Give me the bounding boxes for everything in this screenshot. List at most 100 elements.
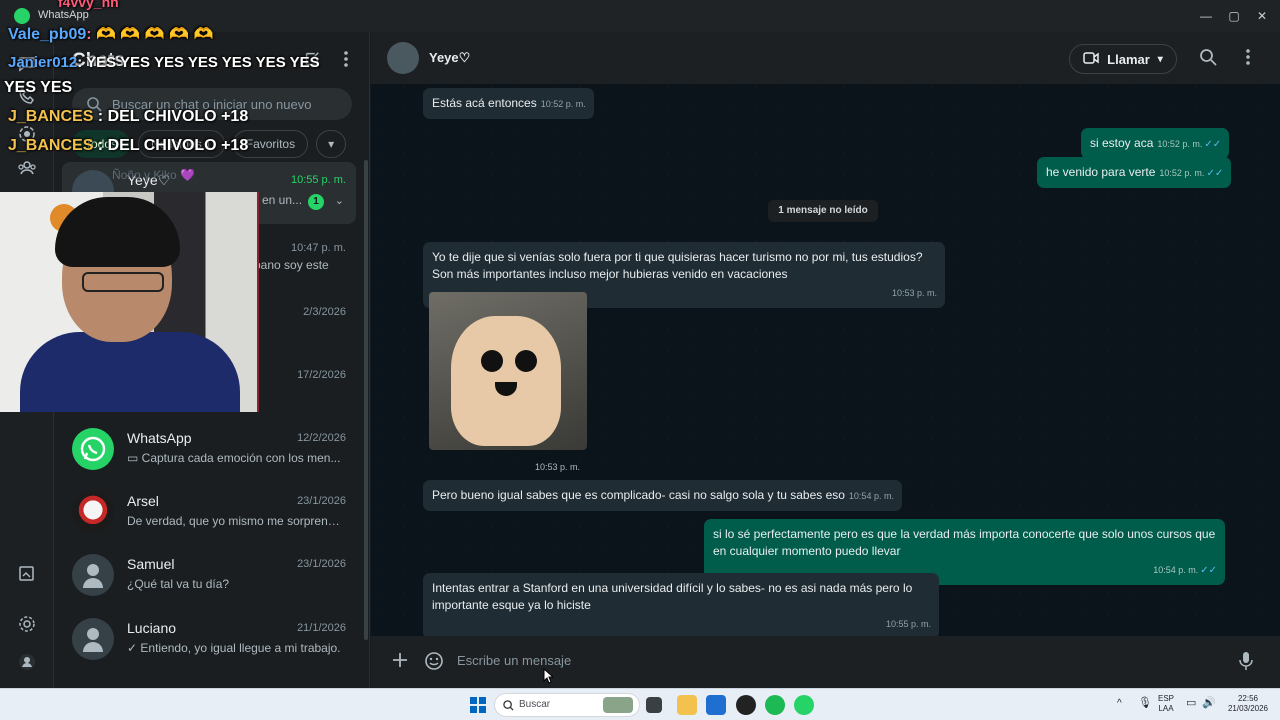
chat-item-luciano[interactable]: Luciano ✓ Entiendo, yo igual llegue a mi… — [54, 610, 364, 672]
stream-chat-overlay: f4vvy_nn Vale_pb09: 🫶 🫶 🫶 🫶 🫶 Janier012:… — [0, 0, 360, 182]
whatsapp-logo-icon — [72, 428, 114, 470]
sticker-eye — [481, 350, 503, 372]
sticker-creature — [451, 316, 561, 446]
network-icon[interactable]: ▭ — [1186, 698, 1196, 709]
search-icon — [503, 700, 514, 711]
overlay-line: J_BANCES : DEL CHIVOLO +18 — [8, 108, 249, 125]
profile-icon[interactable] — [15, 650, 39, 674]
overlay-line: YES YES — [4, 79, 73, 96]
mouse-cursor-icon — [543, 668, 553, 684]
microphone-icon[interactable] — [1239, 651, 1261, 673]
overlay-line: Vale_pb09: 🫶 🫶 🫶 🫶 🫶 — [8, 26, 214, 43]
attach-plus-icon[interactable] — [391, 651, 413, 673]
message-text: Pero bueno igual sabes que es complicado… — [432, 488, 845, 502]
video-icon: ▭ — [127, 451, 142, 465]
message-time: 10:55 p. m. — [885, 619, 931, 629]
streamer-hair — [55, 197, 180, 267]
contact-avatar[interactable] — [387, 42, 419, 74]
message-outgoing[interactable]: si estoy aca 10:52 p. m. ✓✓ — [1081, 128, 1230, 159]
chat-name: Luciano — [127, 620, 177, 636]
chat-time: 12/2/2026 — [297, 432, 346, 444]
taskbar-search[interactable]: Buscar — [494, 693, 640, 717]
overlay-line: Janier012: YES YES YES YES YES YES YES — [8, 54, 320, 71]
taskbar: Buscar ^ 🎙 ESP LAA ▭ 🔊 22:56 21/03/2026 — [0, 688, 1280, 720]
message-text: Yo te dije que si venías solo fuera por … — [432, 250, 923, 281]
chat-preview: De verdad, que yo mismo me sorprendo. — [127, 514, 342, 528]
task-view-icon[interactable] — [646, 697, 662, 713]
message-input[interactable]: Escribe un mensaje — [457, 653, 571, 668]
obs-icon[interactable] — [736, 695, 756, 715]
clock[interactable]: 22:56 21/03/2026 — [1224, 694, 1272, 714]
message-time: 10:52 p. m. — [1157, 139, 1203, 149]
volume-icon[interactable]: 🔊 — [1202, 698, 1216, 709]
video-call-icon — [1083, 51, 1099, 67]
chat-preview: ¿Qué tal va tu día? — [127, 577, 230, 591]
sticker-emoji-icon[interactable] — [424, 651, 446, 673]
message-incoming[interactable]: Estás acá entonces 10:52 p. m. — [423, 88, 594, 119]
chat-preview: en un... — [262, 193, 303, 207]
contact-name[interactable]: Yeye♡ — [429, 50, 470, 66]
message-text: si estoy aca — [1090, 136, 1154, 150]
message-incoming[interactable]: Intentas entrar a Stanford en una univer… — [423, 573, 939, 639]
chat-list-scrollbar[interactable] — [364, 160, 368, 640]
call-button[interactable]: Llamar ▾ — [1069, 44, 1177, 74]
avatar — [72, 554, 114, 596]
avatar — [72, 618, 114, 660]
chat-preview: ▭ Captura cada emoción con los men... — [127, 451, 341, 465]
chat-time: 10:55 p. m. — [290, 174, 346, 186]
image-time: 10:53 p. m. — [535, 462, 581, 472]
spotify-icon[interactable] — [765, 695, 785, 715]
overlay-line: f4vvy_nn — [58, 0, 119, 10]
message-text: he venido para verte — [1046, 165, 1156, 179]
chat-preview: pano soy este — [254, 258, 329, 272]
close-button[interactable]: ✕ — [1242, 4, 1280, 28]
image-message[interactable] — [429, 292, 587, 450]
chat-name: Samuel — [127, 556, 175, 572]
microphone-tray-icon[interactable]: 🎙 — [1138, 698, 1152, 709]
streamer-glasses — [82, 272, 164, 292]
chat-time: 23/1/2026 — [297, 558, 346, 570]
message-text: Estás acá entonces — [432, 96, 537, 110]
message-composer: Escribe un mensaje — [371, 636, 1280, 688]
unread-badge: 1 — [308, 194, 324, 210]
check-icon: ✓ — [127, 641, 141, 655]
more-options-icon[interactable] — [1245, 48, 1265, 68]
message-time: 10:52 p. m. — [540, 99, 586, 109]
chat-item-whatsapp[interactable]: WhatsApp ▭ Captura cada emoción con los … — [54, 420, 364, 482]
chevron-down-icon[interactable]: ⌄ — [335, 194, 344, 207]
chat-item-samuel[interactable]: Samuel ¿Qué tal va tu día? 23/1/2026 — [54, 546, 364, 608]
streamer-shirt — [20, 332, 240, 412]
read-receipt-icon: ✓✓ — [1206, 168, 1224, 179]
chat-time: 23/1/2026 — [297, 495, 346, 507]
chat-item-arsel[interactable]: Arsel De verdad, que yo mismo me sorpren… — [54, 483, 364, 545]
message-outgoing[interactable]: he venido para verte 10:52 p. m. ✓✓ — [1037, 157, 1232, 188]
message-text: Intentas entrar a Stanford en una univer… — [432, 581, 913, 612]
conversation-panel: Yeye♡ Llamar ▾ Estás acá entonces 10:52 p… — [371, 32, 1280, 688]
chat-time: 2/3/2026 — [303, 306, 346, 318]
windows-start-icon[interactable] — [470, 697, 486, 713]
conversation-header: Yeye♡ Llamar ▾ — [371, 32, 1280, 84]
chat-time: 17/2/2026 — [297, 369, 346, 381]
file-explorer-icon[interactable] — [677, 695, 697, 715]
chevron-down-icon: ▾ — [1157, 53, 1163, 65]
call-label: Llamar — [1107, 51, 1150, 67]
store-icon[interactable] — [706, 695, 726, 715]
message-text: si lo sé perfectamente pero es que la ve… — [713, 527, 1216, 558]
message-incoming[interactable]: Pero bueno igual sabes que es complicado… — [423, 480, 902, 511]
read-receipt-icon: ✓✓ — [1204, 139, 1222, 150]
chat-name: Arsel — [127, 493, 159, 509]
message-time: 10:54 p. m. — [848, 491, 894, 501]
settings-icon[interactable] — [15, 612, 39, 636]
tray-chevron-icon[interactable]: ^ — [1117, 699, 1122, 709]
language-indicator[interactable]: ESP LAA — [1158, 694, 1174, 714]
media-gallery-icon[interactable] — [15, 562, 39, 586]
chat-time: 21/1/2026 — [297, 622, 346, 634]
webcam-overlay — [0, 192, 259, 412]
chat-name: WhatsApp — [127, 430, 192, 446]
overlay-ghost-text: Ñoño y Kiko 💜 — [112, 168, 195, 182]
unread-separator: 1 mensaje no leído — [768, 200, 878, 222]
sticker-eye — [515, 350, 537, 372]
taskbar-search-label: Buscar — [519, 699, 551, 710]
whatsapp-taskbar-icon[interactable] — [794, 695, 814, 715]
search-icon[interactable] — [1199, 48, 1219, 68]
